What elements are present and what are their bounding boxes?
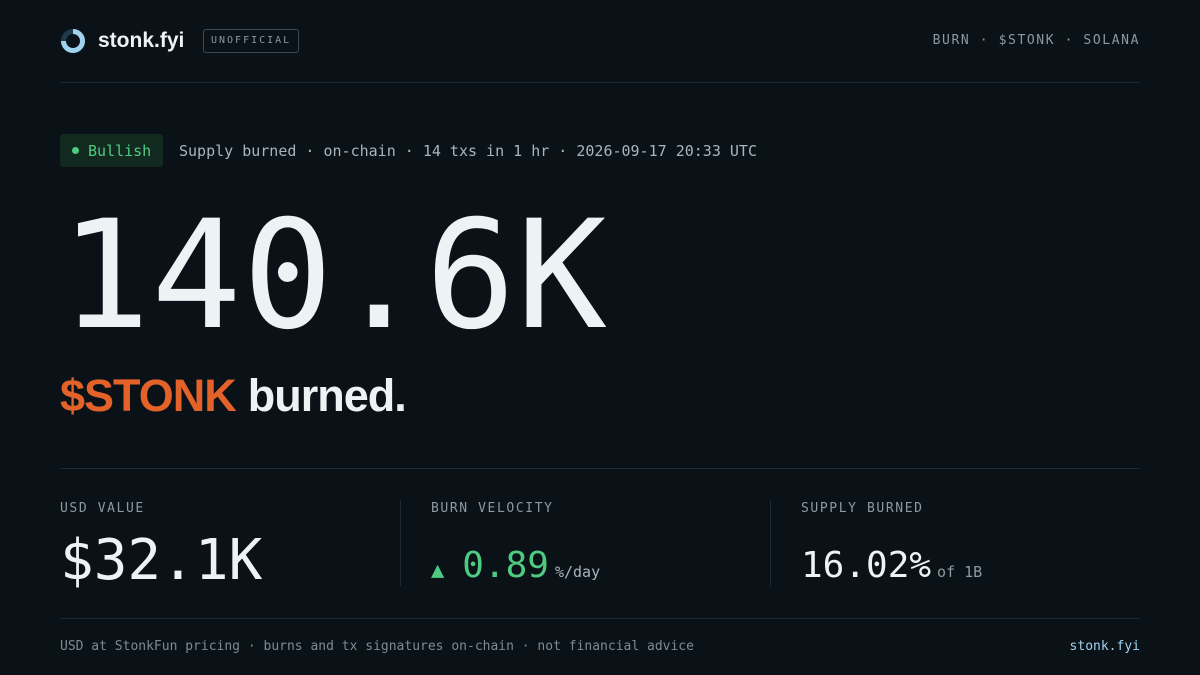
supply-total: of 1B xyxy=(937,563,983,581)
header-bar: stonk.fyi UNOFFICIAL BURN · $STONK · SOL… xyxy=(60,0,1140,83)
status-dot-icon xyxy=(72,147,79,154)
burn-velocity-unit: %/day xyxy=(554,563,601,581)
usd-value-metric: USD VALUE $32.1K xyxy=(60,469,400,618)
burn-velocity-row: ▲ 0.89 %/day xyxy=(431,546,600,586)
supply-burned-row: 16.02% of 1B xyxy=(801,546,982,586)
supply-burned-metric: SUPPLY BURNED 16.02% of 1B xyxy=(770,500,1141,586)
supply-burned-value: 16.02% xyxy=(801,545,932,586)
hero-caption: $STONK burned. xyxy=(60,368,407,424)
supply-burned-label: SUPPLY BURNED xyxy=(801,501,924,516)
sentiment-label: Bullish xyxy=(88,141,152,160)
ticker-symbol: $STONK xyxy=(60,370,237,421)
usd-value: $32.1K xyxy=(60,528,263,593)
footer-disclaimer: USD at StonkFun pricing · burns and tx s… xyxy=(60,639,694,654)
header-context: BURN · $STONK · SOLANA xyxy=(932,33,1140,48)
burn-velocity-metric: BURN VELOCITY ▲ 0.89 %/day xyxy=(400,500,771,586)
status-line: Supply burned · on-chain · 14 txs in 1 h… xyxy=(179,142,757,160)
unofficial-tag: UNOFFICIAL xyxy=(203,29,300,53)
footer-site-link[interactable]: stonk.fyi xyxy=(1070,637,1140,657)
up-arrow-icon: ▲ xyxy=(431,558,445,583)
burned-amount: 140.6K xyxy=(60,189,608,363)
burn-velocity-value: 0.89 xyxy=(462,545,549,586)
burned-word: burned. xyxy=(247,370,407,421)
metrics-row: USD VALUE $32.1K BURN VELOCITY ▲ 0.89 %/… xyxy=(60,468,1140,619)
usd-value-label: USD VALUE xyxy=(60,501,145,516)
burn-velocity-label: BURN VELOCITY xyxy=(431,501,554,516)
ring-logo-icon xyxy=(61,29,85,53)
sentiment-badge: Bullish xyxy=(60,134,164,167)
brand-name[interactable]: stonk.fyi xyxy=(98,27,184,55)
